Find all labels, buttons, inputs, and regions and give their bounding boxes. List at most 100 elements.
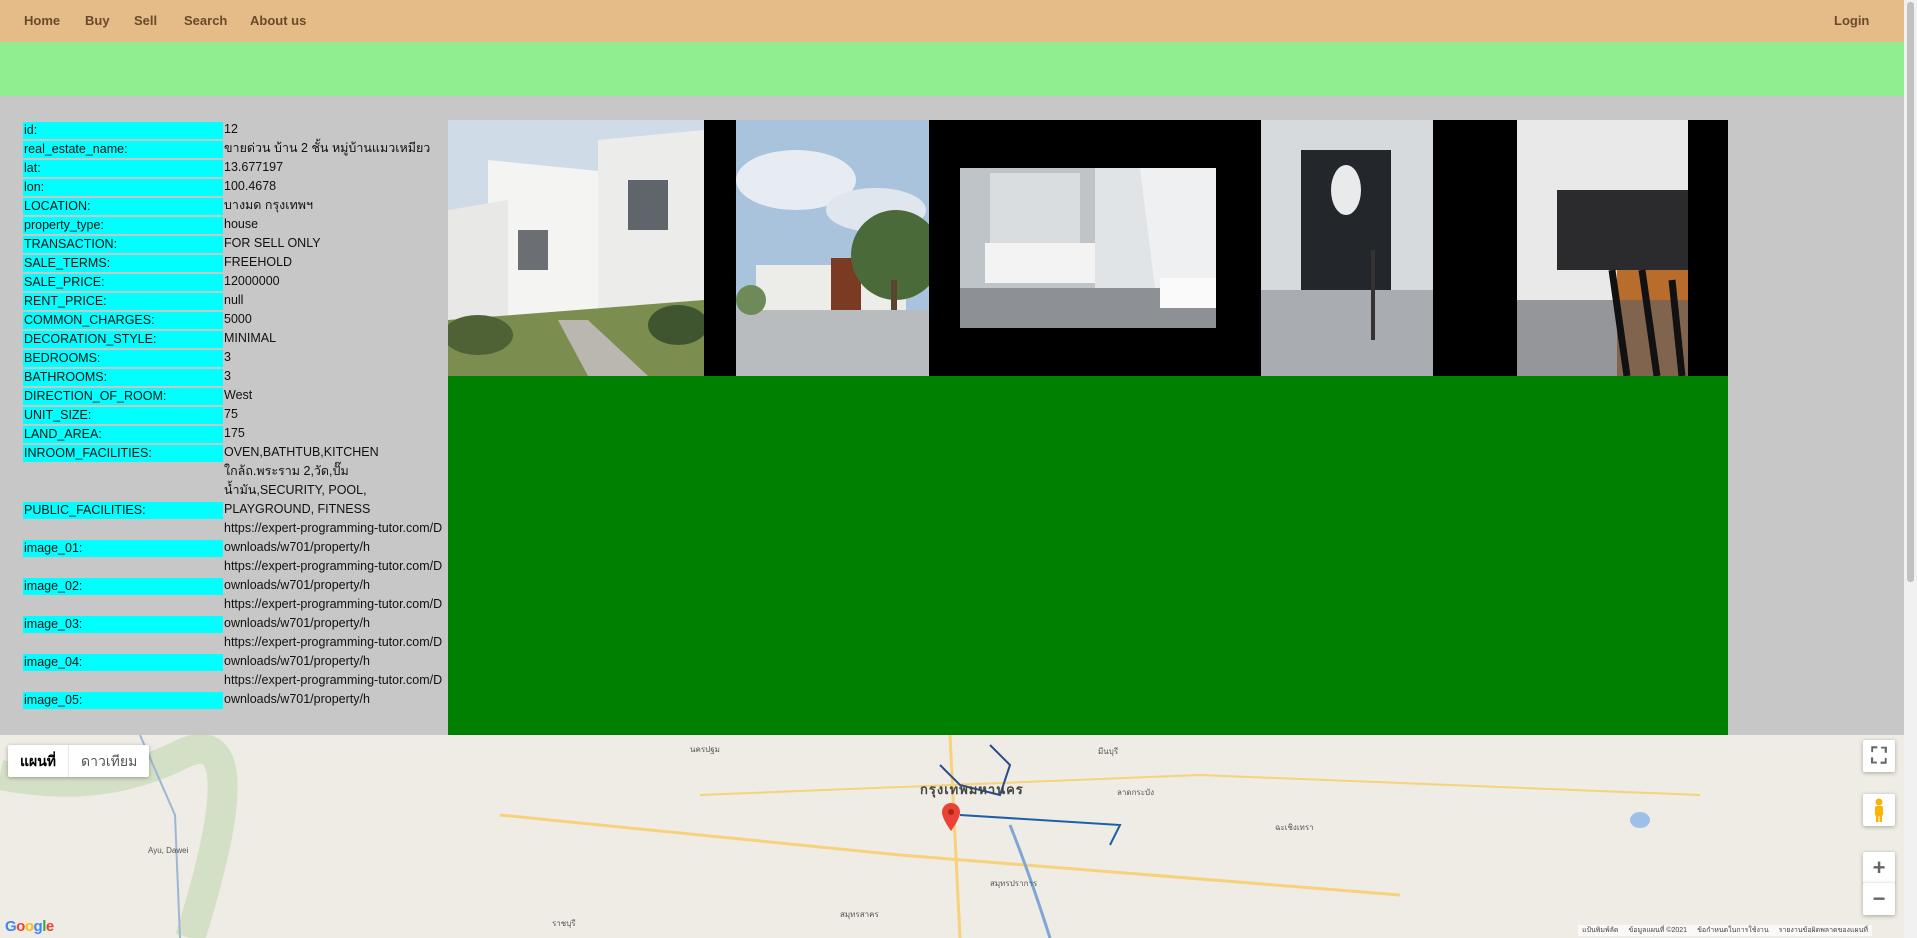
- property-value: ขายด่วน บ้าน 2 ชั้น หมู่บ้านแมวเหมียว: [224, 141, 431, 155]
- property-row: ขายด่วน บ้าน 2 ชั้น หมู่บ้านแมวเหมียว rea…: [23, 139, 448, 158]
- property-row: 3 BEDROOMS:: [23, 348, 448, 367]
- property-value: house: [224, 217, 259, 231]
- image-strip: [448, 120, 1728, 376]
- terms-link[interactable]: ข้อกำหนดในการใช้งาน: [1697, 925, 1769, 936]
- property-value: OVEN,BATHTUB,KITCHEN: [224, 445, 379, 459]
- property-row: 175 LAND_AREA:: [23, 424, 448, 443]
- map-view-button[interactable]: แผนที่: [8, 745, 70, 777]
- top-navbar: Home Buy Sell Search About us Login: [0, 0, 1904, 42]
- property-key: property_type:: [23, 217, 223, 234]
- property-value: https://expert-programming-tutor.com/Dow…: [224, 521, 443, 554]
- property-row: house property_type:: [23, 215, 448, 234]
- property-key: BATHROOMS:: [23, 369, 223, 386]
- property-value: 100.4678: [224, 179, 277, 193]
- property-row: 5000 COMMON_CHARGES:: [23, 310, 448, 329]
- property-row: 13.677197 lat:: [23, 158, 448, 177]
- map-place-label: สมุทรปราการ: [990, 879, 1038, 888]
- nav-login-link[interactable]: Login: [1834, 13, 1869, 28]
- property-value: 3: [224, 369, 231, 383]
- property-row: 3 BATHROOMS:: [23, 367, 448, 386]
- property-key: real_estate_name:: [23, 141, 223, 158]
- fullscreen-icon[interactable]: ⛶: [1863, 740, 1895, 772]
- property-row: 100.4678 lon:: [23, 177, 448, 196]
- map-marker-icon[interactable]: [942, 803, 960, 834]
- property-value: West: [224, 388, 253, 402]
- property-key: TRANSACTION:: [23, 236, 223, 253]
- map-data-text: ข้อมูลแผนที่ ©2021: [1628, 927, 1688, 934]
- property-key: LOCATION:: [23, 198, 223, 215]
- nav-buy-link[interactable]: Buy: [85, 13, 110, 28]
- property-value: 3: [224, 350, 231, 364]
- property-key: INROOM_FACILITIES:: [23, 445, 223, 462]
- page-scrollbar[interactable]: [1904, 0, 1917, 938]
- property-key: image_01:: [23, 540, 223, 557]
- property-key: image_04:: [23, 654, 223, 671]
- nav-home-link[interactable]: Home: [24, 13, 60, 28]
- map-place-label: นครปฐม: [690, 745, 720, 754]
- map-footer: แป้นพิมพ์ลัด ข้อมูลแผนที่ ©2021 ข้อกำหนด…: [1578, 925, 1872, 936]
- property-key: UNIT_SIZE:: [23, 407, 223, 424]
- property-image-5: [1517, 120, 1688, 376]
- property-value: 13.677197: [224, 160, 284, 174]
- property-image-2: [736, 120, 929, 376]
- property-key: LAND_AREA:: [23, 426, 223, 443]
- property-value: ใกล้ถ.พระราม 2,วัด,ปั๊มน้ำมัน,SECURITY, …: [224, 464, 371, 516]
- property-row: FOR SELL ONLY TRANSACTION:: [23, 234, 448, 253]
- nav-sell-link[interactable]: Sell: [134, 13, 157, 28]
- zoom-out-button[interactable]: −: [1863, 883, 1895, 915]
- property-value: 75: [224, 407, 238, 421]
- property-image-4: [1261, 120, 1433, 376]
- property-key: SALE_TERMS:: [23, 255, 223, 272]
- google-logo: Google: [5, 918, 54, 935]
- property-key: id:: [23, 122, 223, 139]
- property-key: DECORATION_STYLE:: [23, 331, 223, 348]
- satellite-view-button[interactable]: ดาวเทียม: [69, 745, 149, 777]
- property-key: image_05:: [23, 692, 223, 709]
- street-view-pegman-icon[interactable]: [1863, 794, 1895, 826]
- city-label: กรุงเทพมหานคร: [920, 782, 1024, 797]
- property-value: 5000: [224, 312, 252, 326]
- property-key: BEDROOMS:: [23, 350, 223, 367]
- property-row: ใกล้ถ.พระราม 2,วัด,ปั๊มน้ำมัน,SECURITY, …: [23, 462, 448, 519]
- report-error-link[interactable]: รายงานข้อผิดพลาดของแผนที่: [1779, 925, 1868, 936]
- property-row: 12000000 SALE_PRICE:: [23, 272, 448, 291]
- property-row: https://expert-programming-tutor.com/Dow…: [23, 671, 448, 709]
- property-key: lon:: [23, 179, 223, 196]
- property-row: 75 UNIT_SIZE:: [23, 405, 448, 424]
- property-value: MINIMAL: [224, 331, 277, 345]
- property-row: OVEN,BATHTUB,KITCHEN INROOM_FACILITIES:: [23, 443, 448, 462]
- property-key: COMMON_CHARGES:: [23, 312, 223, 329]
- keyboard-shortcuts-link[interactable]: แป้นพิมพ์ลัด: [1582, 925, 1618, 936]
- property-image-3: [960, 168, 1216, 328]
- google-map[interactable]: แผนที่ ดาวเทียม กรุงเทพมหานคร นครปฐม สมุ…: [0, 735, 1904, 938]
- property-value: 175: [224, 426, 245, 440]
- scrollbar-thumb[interactable]: [1907, 2, 1914, 582]
- map-place-label: สมุทรสาคร: [840, 910, 879, 919]
- property-value: FREEHOLD: [224, 255, 293, 269]
- green-banner: [0, 42, 1904, 96]
- property-info-table: 12 id: ขายด่วน บ้าน 2 ชั้น หมู่บ้านแมวเหมี…: [23, 120, 448, 715]
- property-row: https://expert-programming-tutor.com/Dow…: [23, 519, 448, 557]
- property-value: https://expert-programming-tutor.com/Dow…: [224, 597, 443, 630]
- property-key: PUBLIC_FACILITIES:: [23, 502, 223, 519]
- property-row: https://expert-programming-tutor.com/Dow…: [23, 595, 448, 633]
- property-row: https://expert-programming-tutor.com/Dow…: [23, 557, 448, 595]
- map-type-control: แผนที่ ดาวเทียม: [8, 745, 150, 777]
- property-value: 12: [224, 122, 238, 136]
- property-row: null RENT_PRICE:: [23, 291, 448, 310]
- property-row: FREEHOLD SALE_TERMS:: [23, 253, 448, 272]
- property-value: null: [224, 293, 244, 307]
- property-key: image_02:: [23, 578, 223, 595]
- property-value: FOR SELL ONLY: [224, 236, 321, 250]
- map-place-label: ราชบุรี: [552, 919, 576, 928]
- nav-about-link[interactable]: About us: [250, 13, 306, 28]
- zoom-in-button[interactable]: +: [1863, 852, 1895, 884]
- map-place-label: Ayu, Dawei: [148, 846, 189, 855]
- property-value: 12000000: [224, 274, 280, 288]
- property-row: West DIRECTION_OF_ROOM:: [23, 386, 448, 405]
- property-image-1: [448, 120, 704, 376]
- property-row: https://expert-programming-tutor.com/Dow…: [23, 633, 448, 671]
- property-row: 12 id:: [23, 120, 448, 139]
- nav-search-link[interactable]: Search: [184, 13, 227, 28]
- map-place-label: ฉะเชิงเทรา: [1275, 823, 1314, 832]
